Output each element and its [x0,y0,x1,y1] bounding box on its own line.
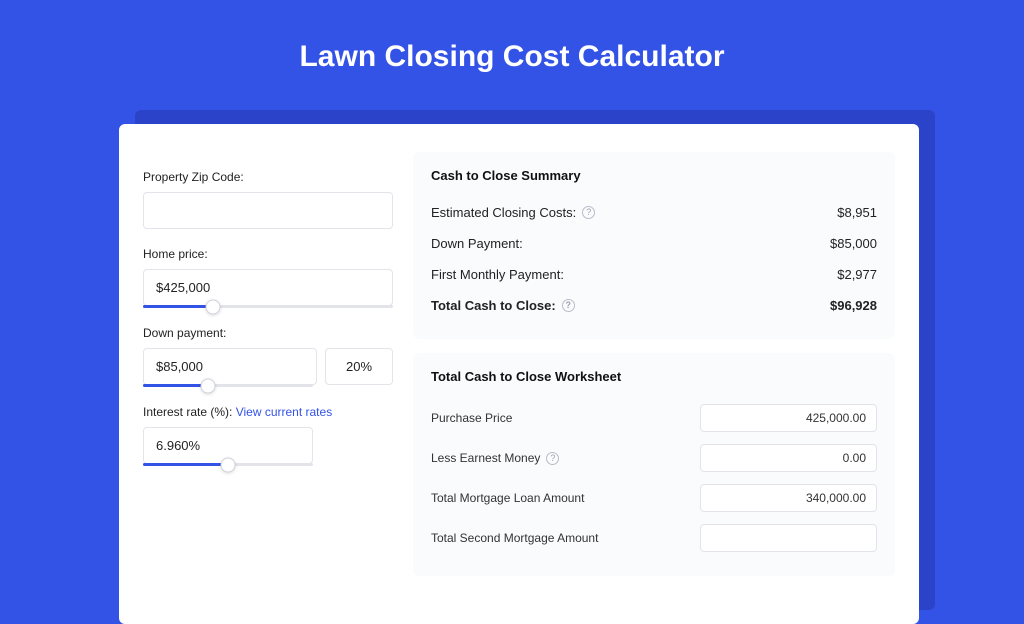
summary-label-text: Total Cash to Close: [431,298,556,313]
slider-fill [143,384,208,387]
zip-label: Property Zip Code: [143,170,393,184]
slider-thumb[interactable] [206,299,221,314]
worksheet-label-text: Purchase Price [431,411,512,425]
worksheet-row-earnest-money: Less Earnest Money ? [431,438,877,478]
results-column: Cash to Close Summary Estimated Closing … [413,152,895,590]
interest-label-text: Interest rate (%): [143,405,236,419]
worksheet-heading: Total Cash to Close Worksheet [431,369,877,384]
home-price-slider[interactable] [143,305,393,308]
worksheet-row-purchase-price: Purchase Price [431,398,877,438]
help-icon[interactable]: ? [562,299,575,312]
down-payment-pct-input[interactable] [325,348,393,385]
summary-heading: Cash to Close Summary [431,168,877,183]
down-payment-input[interactable] [143,348,317,385]
worksheet-row-second-mortgage: Total Second Mortgage Amount [431,518,877,558]
zip-field: Property Zip Code: [143,170,393,229]
down-payment-field: Down payment: [143,326,393,387]
slider-thumb[interactable] [200,378,215,393]
interest-slider[interactable] [143,463,313,466]
worksheet-label-text: Total Mortgage Loan Amount [431,491,584,505]
worksheet-value-input[interactable] [700,444,877,472]
worksheet-value-input[interactable] [700,524,877,552]
page-title: Lawn Closing Cost Calculator [0,0,1024,104]
worksheet-label-text: Total Second Mortgage Amount [431,531,598,545]
summary-label-text: First Monthly Payment: [431,267,564,282]
home-price-input[interactable] [143,269,393,306]
inputs-column: Property Zip Code: Home price: Down paym… [143,152,393,590]
summary-label-text: Estimated Closing Costs: [431,205,576,220]
worksheet-value-input[interactable] [700,404,877,432]
zip-input[interactable] [143,192,393,229]
interest-field: Interest rate (%): View current rates [143,405,393,466]
home-price-field: Home price: [143,247,393,308]
summary-value: $8,951 [837,205,877,220]
slider-thumb[interactable] [221,457,236,472]
down-payment-label: Down payment: [143,326,393,340]
down-payment-slider[interactable] [143,384,313,387]
summary-label-text: Down Payment: [431,236,523,251]
summary-value: $96,928 [830,298,877,313]
summary-panel: Cash to Close Summary Estimated Closing … [413,152,895,339]
summary-value: $85,000 [830,236,877,251]
worksheet-label-text: Less Earnest Money [431,451,540,465]
worksheet-row-mortgage-amount: Total Mortgage Loan Amount [431,478,877,518]
help-icon[interactable]: ? [546,452,559,465]
interest-label: Interest rate (%): View current rates [143,405,393,419]
worksheet-panel: Total Cash to Close Worksheet Purchase P… [413,353,895,576]
view-rates-link[interactable]: View current rates [236,405,333,419]
home-price-label: Home price: [143,247,393,261]
calculator-card: Property Zip Code: Home price: Down paym… [119,124,919,624]
summary-row-total: Total Cash to Close: ? $96,928 [431,290,877,321]
worksheet-value-input[interactable] [700,484,877,512]
help-icon[interactable]: ? [582,206,595,219]
summary-value: $2,977 [837,267,877,282]
summary-row-closing-costs: Estimated Closing Costs: ? $8,951 [431,197,877,228]
slider-fill [143,463,228,466]
slider-fill [143,305,213,308]
summary-row-first-payment: First Monthly Payment: $2,977 [431,259,877,290]
summary-row-down-payment: Down Payment: $85,000 [431,228,877,259]
